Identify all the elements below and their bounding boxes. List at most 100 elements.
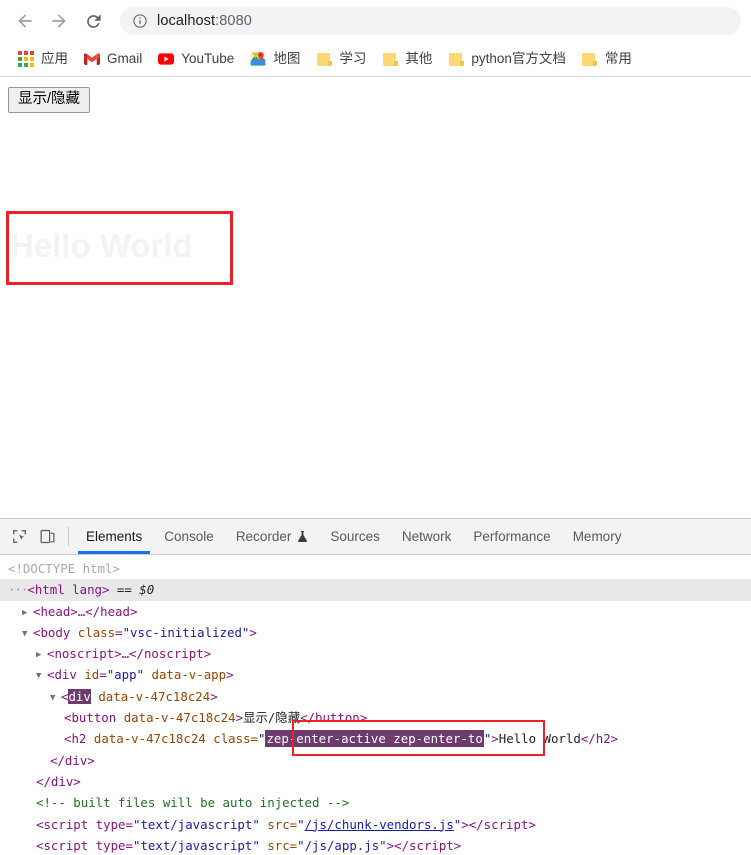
device-toolbar-icon	[40, 529, 54, 544]
dom-row-div-app-close[interactable]: </div>	[0, 771, 751, 792]
script1-src-attr: src=	[267, 816, 298, 832]
tab-label: Elements	[86, 529, 143, 544]
bookmark-label: 常用	[604, 51, 632, 67]
head-tag: <head>…</head>	[33, 603, 138, 619]
inspect-element-icon	[12, 530, 26, 543]
bookmark-folder-changyong[interactable]: 常用	[575, 47, 639, 71]
bookmark-label: 应用	[41, 51, 68, 67]
body-class-attr-value: "vsc-initialized"	[122, 624, 250, 640]
script1-type-value: "text/javascript"	[132, 816, 260, 832]
page-viewport: 显示/隐藏 Hello World	[0, 77, 751, 518]
dom-row-h2[interactable]: <h2 data-v-47c18c24 class="zep-enter-act…	[0, 720, 751, 757]
dom-tree[interactable]: <!DOCTYPE html> ···<html lang> == $0 ▶ <h…	[0, 555, 751, 855]
tab-label: Console	[164, 529, 214, 544]
bookmark-label: Gmail	[107, 51, 143, 67]
tab-label: Sources	[330, 529, 380, 544]
dom-row-head[interactable]: ▶ <head>…</head>	[0, 601, 751, 622]
body-class-attr-name: class	[77, 624, 116, 640]
button-attr: data-v-47c18c24	[123, 710, 236, 726]
dom-row-comment[interactable]: <!-- built files will be auto injected -…	[0, 792, 751, 813]
bookmark-folder-qita[interactable]: 其他	[375, 47, 439, 71]
forward-button[interactable]	[44, 6, 74, 36]
tab-sources[interactable]: Sources	[319, 519, 391, 554]
folder-icon	[316, 51, 332, 67]
dom-row-button[interactable]: <button data-v-47c18c24>显示/隐藏</button>	[0, 707, 751, 728]
bookmark-youtube[interactable]: YouTube	[151, 47, 241, 71]
button-tag: <button	[64, 710, 117, 726]
html-tag: <html lang>	[27, 582, 110, 598]
h2-class-attr-value[interactable]: zep-enter-active zep-enter-to	[265, 730, 484, 748]
twisty-collapsed-icon[interactable]: ▶	[22, 603, 33, 624]
h2-tag: <h2	[64, 731, 87, 747]
toolbar-divider	[68, 527, 69, 546]
bookmark-label: YouTube	[181, 51, 235, 67]
body-tag: <body	[33, 624, 71, 640]
dom-row-div-app[interactable]: ▼ <div id="app" data-v-app>	[0, 664, 751, 685]
tab-label: Memory	[572, 529, 622, 544]
url-host: localhost	[157, 13, 216, 29]
expand-dots: ···	[8, 582, 28, 598]
dom-row-inner-div[interactable]: ▼ <div data-v-47c18c24>	[0, 686, 751, 707]
info-circle-icon[interactable]	[132, 13, 148, 29]
dom-row-html[interactable]: ···<html lang> == $0	[0, 579, 751, 601]
tab-console[interactable]: Console	[153, 519, 225, 554]
script1-tag: <script type=	[36, 816, 133, 832]
devtools-tabbar: Elements Console Recorder Sources Networ…	[0, 519, 751, 555]
tab-label: Performance	[473, 529, 551, 544]
reload-icon	[86, 13, 101, 28]
url-port: :8080	[215, 13, 252, 29]
script1-src-link[interactable]: /js/chunk-vendors.js	[305, 817, 454, 832]
hello-world-region: Hello World	[6, 211, 233, 285]
dom-row-script-vendors[interactable]: <script type="text/javascript" src="/js/…	[0, 814, 751, 835]
folder-icon	[448, 51, 464, 67]
bookmark-folder-python-docs[interactable]: python官方文档	[441, 47, 573, 71]
reload-button[interactable]	[78, 6, 108, 36]
tab-label: Recorder	[235, 529, 292, 544]
back-arrow-icon	[18, 14, 32, 28]
folder-icon	[582, 51, 598, 67]
dom-row-body[interactable]: ▼ <body class="vsc-initialized">	[0, 622, 751, 643]
url-text: localhost:8080	[157, 13, 252, 29]
twisty-expanded-icon[interactable]: ▼	[50, 688, 61, 709]
script2-src-value[interactable]: "/js/app.js"	[297, 838, 387, 853]
device-toolbar-button[interactable]	[33, 519, 61, 554]
inner-div-attr: data-v-47c18c24	[98, 688, 211, 704]
button-close-tag: </button>	[300, 710, 368, 726]
tab-label: Network	[401, 529, 452, 544]
inner-div-close-tag: </div>	[50, 752, 95, 768]
tab-performance[interactable]: Performance	[462, 519, 561, 554]
twisty-expanded-icon[interactable]: ▼	[36, 666, 47, 687]
dom-row-inner-div-close[interactable]: </div>	[0, 750, 751, 771]
bookmark-folder-xuexi[interactable]: 学习	[309, 47, 373, 71]
toggle-visibility-button[interactable]: 显示/隐藏	[8, 87, 91, 114]
div-app-dataapp-attr: data-v-app	[151, 667, 227, 683]
browser-toolbar: localhost:8080	[0, 0, 751, 42]
forward-arrow-icon	[52, 14, 66, 28]
back-button[interactable]	[10, 6, 40, 36]
bookmark-label: 地图	[273, 51, 301, 67]
address-bar[interactable]: localhost:8080	[120, 7, 741, 35]
inspect-element-button[interactable]	[5, 519, 33, 554]
dom-row-doctype[interactable]: <!DOCTYPE html>	[0, 558, 751, 579]
dom-row-noscript[interactable]: ▶ <noscript>…</noscript>	[0, 643, 751, 664]
bookmark-apps[interactable]: 应用	[11, 47, 75, 71]
folder-icon	[382, 51, 398, 67]
button-text-node: 显示/隐藏	[243, 710, 301, 726]
div-app-close-tag: </div>	[36, 773, 81, 789]
tab-network[interactable]: Network	[391, 519, 463, 554]
youtube-icon	[158, 51, 175, 67]
tab-memory[interactable]: Memory	[562, 519, 633, 554]
dom-row-script-app[interactable]: <script type="text/javascript" src="/js/…	[0, 835, 751, 855]
bookmarks-bar: 应用 Gmail YouTube 地图 学习 其他 python官方文档 常用	[0, 42, 751, 77]
gmail-icon	[84, 51, 100, 67]
apps-grid-icon	[18, 51, 34, 67]
bookmark-gmail[interactable]: Gmail	[77, 47, 149, 71]
bookmark-maps[interactable]: 地图	[243, 47, 307, 71]
div-app-id-attr-value: "app"	[106, 667, 145, 683]
comment-text: <!-- built files will be auto injected -…	[36, 795, 350, 811]
tab-elements[interactable]: Elements	[75, 519, 153, 554]
tab-recorder[interactable]: Recorder	[225, 519, 320, 554]
google-maps-icon	[250, 51, 266, 67]
twisty-expanded-icon[interactable]: ▼	[22, 624, 33, 645]
twisty-collapsed-icon[interactable]: ▶	[36, 645, 47, 666]
